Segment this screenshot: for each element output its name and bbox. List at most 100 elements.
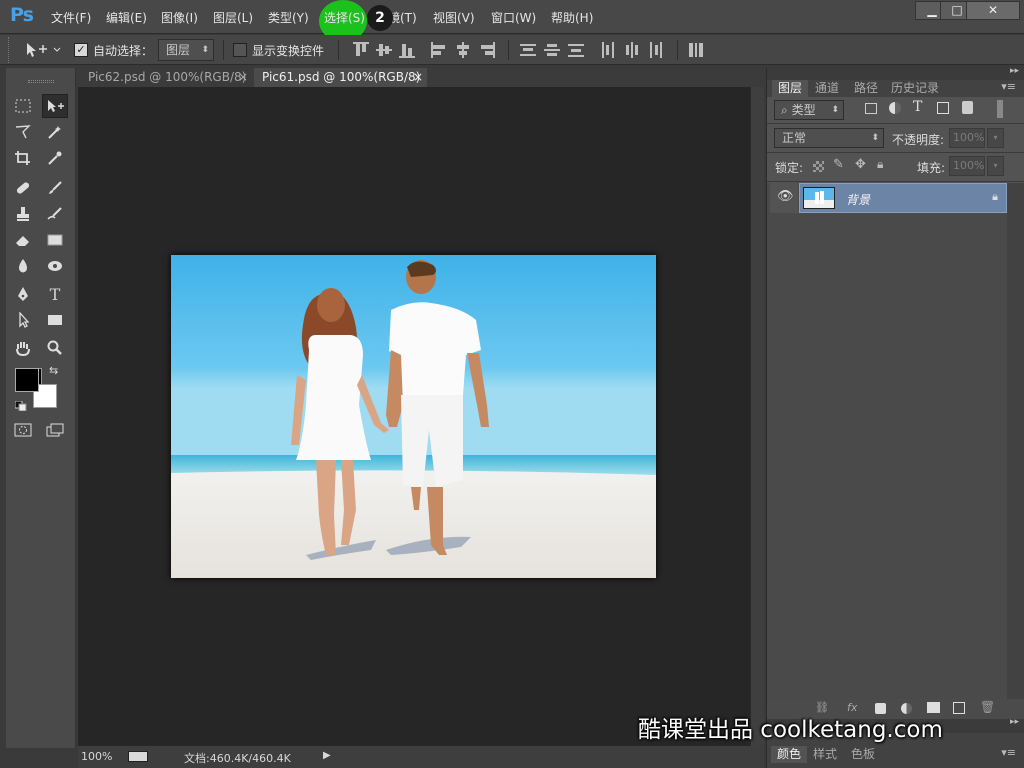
show-transform-checkbox[interactable] [233, 43, 247, 57]
menu-file[interactable]: 文件(F) [51, 9, 91, 26]
filter-adjustment-icon[interactable] [889, 102, 901, 114]
filter-type-icon[interactable]: T [913, 99, 922, 115]
status-preview-icon[interactable] [128, 751, 148, 762]
distribute-bottom-icon[interactable] [568, 42, 584, 58]
crop-tool-icon[interactable] [10, 146, 36, 170]
tab-close-icon[interactable]: × [413, 68, 423, 87]
align-top-icon[interactable] [353, 42, 369, 58]
hand-tool-icon[interactable] [10, 336, 36, 360]
menu-window[interactable]: 窗口(W) [491, 9, 536, 26]
zoom-level[interactable]: 100% [81, 750, 112, 763]
align-vcenter-icon[interactable] [376, 42, 392, 58]
lock-transparent-icon[interactable] [813, 161, 824, 172]
dodge-tool-icon[interactable] [42, 254, 68, 278]
eraser-tool-icon[interactable] [10, 228, 36, 252]
filter-smart-object-icon[interactable] [962, 101, 973, 114]
zoom-tool-icon[interactable] [42, 336, 68, 360]
distribute-hcenter-icon[interactable] [624, 42, 640, 58]
tab-swatches[interactable]: 色板 [845, 746, 881, 763]
distribute-right-icon[interactable] [648, 42, 664, 58]
screen-mode-icon[interactable] [42, 418, 68, 442]
tab-pic62[interactable]: Pic62.psd @ 100%(RGB/8) × [80, 68, 252, 87]
beach-couple-photo [171, 255, 656, 578]
panel-menu-icon[interactable]: ▾≡ [1001, 746, 1016, 759]
quick-mask-icon[interactable] [10, 418, 36, 442]
collapse-dock-icon[interactable]: ▸▸ [1010, 66, 1019, 76]
move-tool-icon[interactable] [42, 94, 68, 118]
magic-wand-tool-icon[interactable] [42, 120, 68, 144]
tool-preset-picker[interactable] [22, 40, 66, 60]
status-menu-arrow-icon[interactable]: ▶ [323, 750, 331, 761]
distribute-vcenter-icon[interactable] [544, 42, 560, 58]
swap-colors-icon[interactable]: ⇆ [49, 364, 58, 377]
clone-stamp-tool-icon[interactable] [10, 202, 36, 226]
grip-handle[interactable] [28, 80, 54, 83]
delete-layer-icon[interactable]: 🗑︎ [980, 700, 995, 714]
layers-scrollbar[interactable] [1007, 183, 1024, 713]
menu-layer[interactable]: 图层(L) [213, 9, 253, 26]
grip-handle[interactable] [8, 37, 11, 63]
panel-menu-icon[interactable]: ▾≡ [1001, 80, 1016, 93]
photoshop-logo: Ps [10, 4, 34, 26]
document-image[interactable] [171, 255, 656, 578]
rectangle-tool-icon[interactable] [42, 308, 68, 332]
tab-pic61[interactable]: Pic61.psd @ 100%(RGB/8) × [254, 68, 427, 87]
auto-select-dropdown[interactable]: 图层 ⬍ [158, 39, 214, 61]
menu-edit[interactable]: 编辑(E) [106, 9, 147, 26]
history-brush-tool-icon[interactable] [42, 202, 68, 226]
menu-select[interactable]: 选择(S) [324, 9, 365, 26]
opacity-slider-arrow-icon[interactable]: ▾ [987, 128, 1004, 148]
lock-position-icon[interactable]: ✥ [855, 157, 866, 172]
layer-name[interactable]: 背景 [846, 191, 870, 208]
filter-shape-icon[interactable] [937, 102, 949, 114]
opacity-field[interactable]: 100% [949, 128, 985, 148]
layer-filter-dropdown[interactable]: ⌕ 类型 ⬍ [774, 100, 844, 120]
fill-field[interactable]: 100% [949, 156, 985, 176]
tab-history[interactable]: 历史记录 [885, 80, 945, 97]
distribute-left-icon[interactable] [600, 42, 616, 58]
lock-all-icon[interactable]: 🔒︎ [877, 157, 883, 172]
distribute-top-icon[interactable] [520, 42, 536, 58]
lock-label: 锁定: [775, 161, 804, 175]
healing-brush-tool-icon[interactable] [10, 176, 36, 200]
menu-type[interactable]: 类型(Y) [268, 9, 309, 26]
default-colors-icon[interactable] [14, 400, 27, 412]
auto-align-layers-icon[interactable] [688, 42, 704, 58]
foreground-color-swatch-front[interactable] [15, 368, 39, 392]
vertical-scrollbar[interactable] [750, 87, 764, 747]
tab-close-icon[interactable]: × [238, 68, 248, 87]
align-left-icon[interactable] [431, 42, 447, 58]
filter-toggle-switch[interactable] [997, 100, 1003, 118]
eyedropper-tool-icon[interactable] [42, 146, 68, 170]
align-right-icon[interactable] [479, 42, 495, 58]
menu-help[interactable]: 帮助(H) [551, 9, 593, 26]
auto-select-checkbox[interactable]: ✓ [74, 43, 88, 57]
menu-image[interactable]: 图像(I) [161, 9, 198, 26]
tab-styles[interactable]: 样式 [807, 746, 843, 763]
tab-color[interactable]: 颜色 [771, 746, 808, 763]
eye-icon[interactable]: 👁︎ [777, 189, 794, 204]
menu-view[interactable]: 视图(V) [433, 9, 475, 26]
tab-paths[interactable]: 路径 [848, 80, 884, 97]
tab-channels[interactable]: 通道 [809, 80, 845, 97]
align-bottom-icon[interactable] [399, 42, 415, 58]
blur-tool-icon[interactable] [10, 254, 36, 278]
align-hcenter-icon[interactable] [455, 42, 471, 58]
collapse-dock-icon[interactable]: ▸▸ [1010, 717, 1019, 727]
path-selection-tool-icon[interactable] [10, 308, 36, 332]
type-tool-icon[interactable]: T [42, 282, 68, 306]
new-layer-icon[interactable] [953, 702, 965, 714]
close-button[interactable]: ✕ [966, 1, 1020, 20]
lasso-tool-icon[interactable] [10, 120, 36, 144]
blend-mode-dropdown[interactable]: 正常 ⬍ [774, 128, 884, 148]
gradient-tool-icon[interactable] [42, 228, 68, 252]
pen-tool-icon[interactable] [10, 282, 36, 306]
marquee-tool-icon[interactable] [10, 94, 36, 118]
lock-image-icon[interactable]: ✎ [833, 157, 844, 172]
filter-pixel-icon[interactable] [865, 103, 877, 114]
layer-row-background[interactable]: 背景 🔒︎ [799, 183, 1007, 213]
tab-layers[interactable]: 图层 [772, 80, 809, 97]
brush-tool-icon[interactable] [42, 176, 68, 200]
canvas-area[interactable] [78, 87, 750, 747]
fill-slider-arrow-icon[interactable]: ▾ [987, 156, 1004, 176]
